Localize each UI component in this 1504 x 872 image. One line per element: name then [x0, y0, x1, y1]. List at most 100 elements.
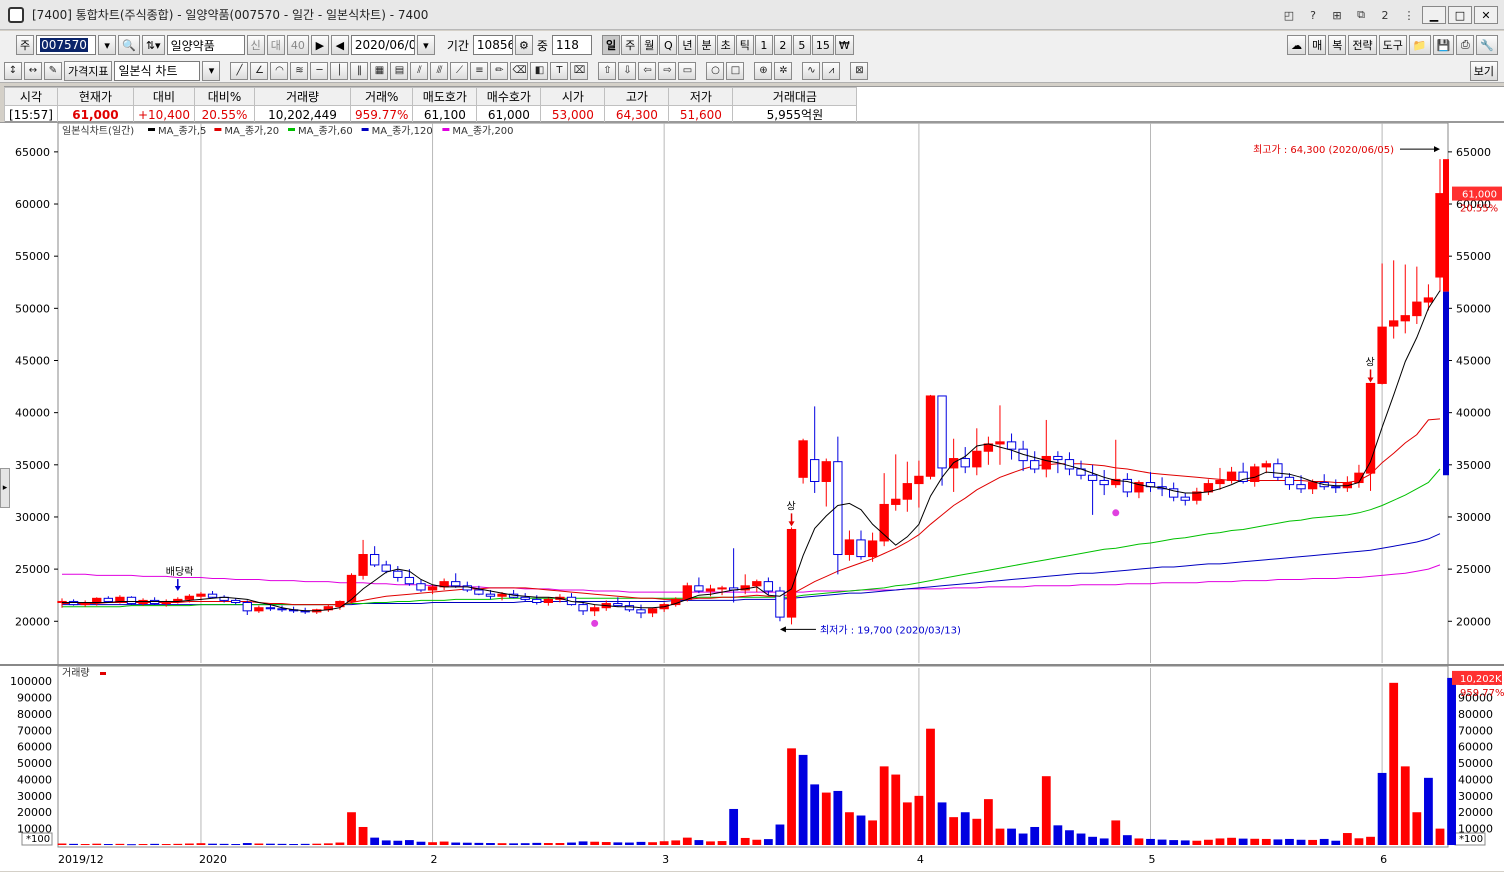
angle-icon[interactable]: ∠	[250, 61, 269, 80]
interval-button[interactable]: 일	[601, 35, 621, 55]
sort-icon[interactable]: ⇅▾	[141, 35, 165, 55]
interval-button[interactable]: 월	[640, 35, 659, 55]
interval-button[interactable]: 틱	[735, 35, 754, 55]
y-tick-label-left: 30000	[15, 511, 50, 524]
channel-icon[interactable]: ⫽	[410, 61, 429, 80]
period-lock-icon[interactable]: ⚙	[514, 35, 533, 55]
arrow-down-icon[interactable]: ⇩	[618, 61, 637, 80]
rectangle-icon[interactable]: □	[726, 61, 745, 80]
fibonacci-icon[interactable]: ≡	[470, 61, 489, 80]
grid-icon[interactable]: ▦	[370, 61, 389, 80]
zoom-icon[interactable]: ⊕	[754, 61, 773, 80]
arc-icon[interactable]: ◠	[270, 61, 289, 80]
print-icon[interactable]: ⎙	[1456, 35, 1475, 55]
horizontal-line-icon[interactable]: ─	[310, 61, 329, 80]
magic-icon[interactable]: ✲	[774, 61, 793, 80]
zigzag-icon[interactable]: ⩘	[822, 61, 841, 80]
period-input[interactable]: 10856	[472, 35, 513, 55]
interval-button[interactable]: ₩	[834, 35, 854, 55]
delete-icon[interactable]: ⌧	[570, 61, 589, 80]
stock-code-input[interactable]: 007570	[36, 35, 97, 55]
fan-icon[interactable]: ≋	[290, 61, 309, 80]
date-dropdown-icon[interactable]: ▾	[416, 35, 435, 55]
circle-icon[interactable]: ○	[706, 61, 725, 80]
volume-bar	[370, 837, 380, 845]
mid-input[interactable]: 118	[551, 35, 592, 55]
volume-bar	[486, 843, 495, 845]
volume-bar	[416, 841, 426, 845]
strategy-button[interactable]: 전략	[1348, 35, 1377, 55]
interval-button[interactable]: 15	[811, 35, 834, 55]
interval-button[interactable]: Q	[659, 35, 678, 55]
code-dropdown-icon[interactable]: ▾	[98, 35, 117, 55]
quote-value: 959.77%	[349, 105, 414, 124]
buy-button[interactable]: 매	[1308, 35, 1327, 55]
arrow-right-icon[interactable]: ⇨	[658, 61, 677, 80]
help-icon[interactable]: ?	[1302, 6, 1324, 24]
candle-body	[1400, 315, 1410, 322]
view-button[interactable]: 보기	[1469, 61, 1498, 81]
link-icon[interactable]: ⊞	[1326, 6, 1348, 24]
eraser-icon[interactable]: ⌫	[510, 61, 529, 80]
cloud-icon[interactable]: ☁	[1287, 35, 1307, 55]
interval-button[interactable]: 1	[754, 35, 773, 55]
interval-button[interactable]: 5	[792, 35, 811, 55]
high-annotation: 최고가 : 64,300 (2020/06/05)	[1253, 144, 1394, 156]
chart-type-select[interactable]: 일본식 차트	[114, 60, 201, 81]
interval-button[interactable]: 분	[697, 35, 716, 55]
compound-button[interactable]: 복	[1328, 35, 1347, 55]
settings-icon[interactable]: ⋮	[1398, 6, 1420, 24]
open-icon[interactable]: 📁	[1408, 35, 1431, 55]
cycle-lines-icon[interactable]: ‖	[350, 61, 369, 80]
screen-count-icon[interactable]: 2	[1374, 6, 1396, 24]
date-field[interactable]: 2020/06/05	[350, 35, 415, 55]
tools-button[interactable]: 도구	[1378, 35, 1407, 55]
wrench-icon[interactable]: 🔧	[1476, 35, 1498, 55]
search-icon[interactable]: 🔍	[118, 35, 140, 55]
quote-header: 매도호가	[412, 87, 478, 106]
volume-bar	[1366, 836, 1375, 845]
gann-grid-icon[interactable]: ▤	[390, 61, 409, 80]
chart-type-dropdown-icon[interactable]: ▾	[202, 60, 221, 81]
pencil-icon[interactable]: ✏	[490, 61, 509, 80]
color-icon[interactable]: ◧	[530, 61, 549, 80]
candle-body	[798, 440, 808, 478]
price-range-bar-down	[1443, 291, 1449, 476]
vertical-line-icon[interactable]: │	[330, 61, 349, 80]
arrow-left-icon[interactable]: ⇦	[638, 61, 657, 80]
prev-icon[interactable]: ◀	[330, 35, 349, 55]
wave-icon[interactable]: ∿	[802, 61, 821, 80]
interval-button[interactable]: 2	[773, 35, 792, 55]
edit-icon[interactable]: ✎	[44, 61, 62, 80]
chart-svg[interactable]: 20000 2000025000 2500030000 3000035000 35000…	[0, 123, 1504, 872]
interval-button[interactable]: 년	[678, 35, 697, 55]
candle-body	[254, 607, 264, 612]
copy-icon[interactable]: ⧉	[1350, 6, 1372, 24]
text-icon[interactable]: T	[550, 61, 569, 80]
next-icon[interactable]: ▶	[310, 35, 329, 55]
clear-icon[interactable]: ⊠	[850, 61, 869, 80]
indicator-button[interactable]: 가격지표	[64, 60, 113, 81]
interval-button[interactable]: 초	[716, 35, 735, 55]
save-icon[interactable]: 💾	[1432, 35, 1455, 55]
stock-name-field[interactable]: 일양약품	[166, 35, 245, 55]
minimize-button[interactable]: ▁	[1422, 6, 1446, 24]
up-down-icon[interactable]: ↕	[4, 61, 22, 80]
pin-icon[interactable]: ◰	[1278, 6, 1300, 24]
candle-body	[474, 589, 484, 595]
left-right-icon[interactable]: ↔	[24, 61, 42, 80]
maximize-button[interactable]: □	[1448, 6, 1472, 24]
y-tick-label-left: 55000	[15, 250, 50, 263]
side-panel-toggle-icon[interactable]: ▸	[0, 468, 10, 508]
andrews-icon[interactable]: ⟋	[450, 61, 469, 80]
arrow-up-icon[interactable]: ⇧	[598, 61, 617, 80]
market-select[interactable]: 주	[16, 35, 35, 55]
candle-body	[775, 590, 785, 618]
interval-button[interactable]: 주	[621, 35, 640, 55]
close-button[interactable]: ✕	[1474, 6, 1498, 24]
chart-area[interactable]: 20000 20000 25000 25000 30000 30000 35000 35000…	[0, 122, 1504, 871]
page-icon[interactable]: ▭	[678, 61, 697, 80]
trendline-icon[interactable]: ╱	[230, 61, 249, 80]
parallel-icon[interactable]: ⫻	[430, 61, 449, 80]
legend-label: MA_종가,20	[224, 125, 279, 137]
